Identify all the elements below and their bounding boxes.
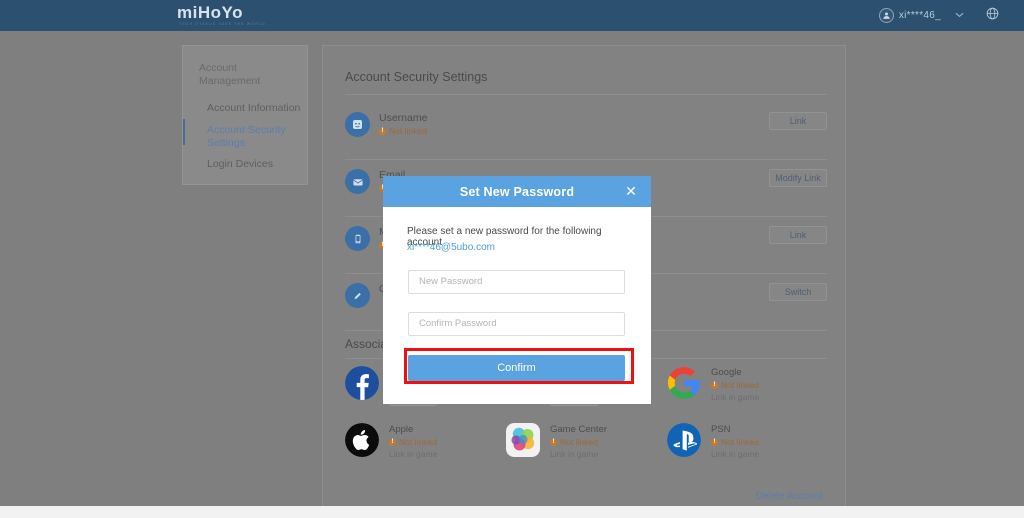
logo-tagline: TECH OTAKUS SAVE THE WORLD [179, 22, 266, 26]
confirm-password-input[interactable]: Confirm Password [408, 312, 625, 336]
warning-icon: ! [550, 438, 557, 446]
sidebar-item-label: Account Information [207, 102, 301, 114]
warning-icon: ! [711, 438, 718, 446]
associated-name: Apple [389, 424, 414, 435]
pencil-edit-icon [345, 283, 370, 308]
link-in-game-text: Link in game [389, 449, 438, 459]
modify-link-button[interactable]: Modify Link [769, 169, 827, 187]
dialog-title: Set New Password [459, 184, 575, 199]
page-title: Account Security Settings [345, 70, 488, 84]
sidebar-item-account-security-settings[interactable]: Account Security Settings [183, 119, 309, 149]
associated-item-apple: Apple ! Not linked Link in game [345, 423, 505, 475]
close-icon[interactable]: ✕ [623, 183, 639, 199]
associated-name: PSN [711, 424, 731, 435]
google-icon [667, 366, 701, 400]
delete-account-link[interactable]: Delete Account [756, 491, 823, 502]
status-badge: ! Not linked [389, 437, 437, 447]
link-button[interactable]: Link [769, 112, 827, 130]
sidebar: Account Management Account Information A… [182, 45, 308, 185]
smiley-face-icon [345, 112, 370, 137]
app-root: miHoYo TECH OTAKUS SAVE THE WORLD xi****… [0, 0, 1024, 518]
switch-button[interactable]: Switch [769, 283, 827, 301]
apple-icon [345, 423, 379, 457]
title-divider [345, 94, 827, 95]
status-badge: ! Not linked [379, 126, 427, 136]
facebook-icon [345, 366, 379, 400]
top-header-bar: miHoYo TECH OTAKUS SAVE THE WORLD xi****… [0, 0, 1024, 31]
associated-item-game-center: Game Center ! Not linked Link in game [506, 423, 666, 475]
user-avatar-icon [878, 8, 894, 23]
link-in-game-text: Link in game [711, 392, 760, 402]
link-button[interactable]: Link [769, 226, 827, 244]
confirm-button[interactable]: Confirm [408, 355, 625, 381]
warning-icon: ! [711, 381, 718, 389]
dialog-account-email: xi****46@5ubo.com [407, 242, 495, 253]
mihoyo-logo[interactable]: miHoYo [177, 4, 243, 22]
globe-icon[interactable] [986, 7, 999, 25]
page-body: Account Management Account Information A… [0, 31, 1024, 518]
sidebar-item-account-information[interactable]: Account Information [183, 99, 309, 117]
mobile-phone-icon [345, 226, 370, 251]
sidebar-item-label: Login Devices [207, 158, 273, 170]
associated-name: Google [711, 367, 742, 378]
associated-item-google: Google ! Not linked Link in game [667, 366, 827, 418]
dialog-header: Set New Password ✕ [383, 176, 651, 207]
set-new-password-dialog: Set New Password ✕ Please set a new pass… [383, 176, 651, 404]
sidebar-heading: Account Management [199, 62, 261, 87]
status-text: Not linked [399, 437, 437, 447]
username-label: xi****46_ [898, 10, 941, 21]
link-in-game-text: Link in game [711, 449, 760, 459]
chevron-down-icon[interactable] [955, 11, 964, 20]
status-badge: ! Not linked [711, 380, 759, 390]
bottom-strip [0, 506, 1024, 518]
link-in-game-text: Link in game [550, 449, 599, 459]
sidebar-item-label: Account Security Settings [207, 124, 286, 149]
security-row-label: Username [379, 112, 428, 124]
warning-icon: ! [379, 127, 386, 135]
associated-name: Game Center [550, 424, 608, 435]
dialog-body: Please set a new password for the follow… [383, 207, 651, 404]
status-text: Not linked [389, 126, 427, 136]
status-text: Not linked [560, 437, 598, 447]
logo-text: miHoYo [177, 3, 243, 22]
user-menu-area[interactable]: xi****46_ [878, 0, 1024, 31]
associated-item-psn: PSN ! Not linked Link in game [667, 423, 827, 475]
status-badge: ! Not linked [550, 437, 598, 447]
status-text: Not linked [721, 437, 759, 447]
new-password-input[interactable]: New Password [408, 270, 625, 294]
security-row-username: Username ! Not linked Link [345, 102, 827, 159]
status-badge: ! Not linked [711, 437, 759, 447]
playstation-icon [667, 423, 701, 457]
warning-icon: ! [389, 438, 396, 446]
active-indicator-bar [183, 119, 185, 145]
status-text: Not linked [721, 380, 759, 390]
game-center-icon [506, 423, 540, 457]
envelope-icon [345, 169, 370, 194]
sidebar-item-login-devices[interactable]: Login Devices [183, 155, 309, 173]
